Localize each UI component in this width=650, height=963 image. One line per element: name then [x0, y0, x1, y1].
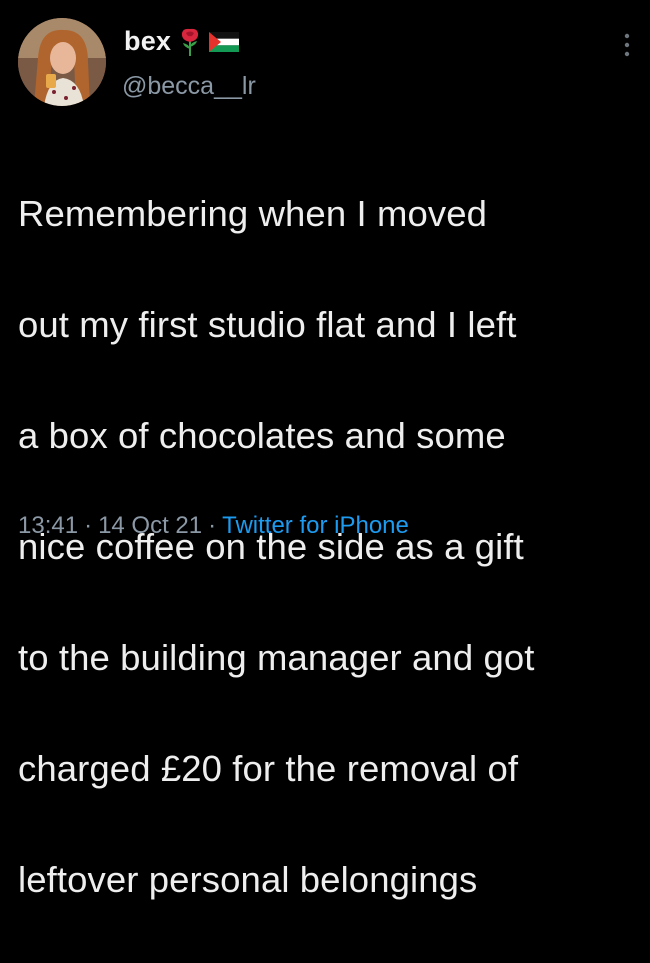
meta-separator: · — [208, 512, 217, 539]
meta-separator: · — [84, 512, 93, 539]
tweet-meta: 13:41 · 14 Oct 21 · Twitter for iPhone — [18, 512, 409, 540]
tweet-time[interactable]: 13:41 — [18, 512, 78, 540]
tweet-text-line: a box of chocolates and some — [18, 414, 506, 456]
avatar[interactable] — [18, 18, 106, 106]
tweet-text-line: to the building manager and got — [18, 636, 535, 678]
tweet-date[interactable]: 14 Oct 21 — [98, 512, 202, 540]
tweet-text-line: Remembering when I moved — [18, 192, 488, 234]
author-handle[interactable]: @becca__lr — [122, 72, 256, 101]
avatar-photo — [18, 18, 106, 106]
display-name[interactable]: bex — [124, 26, 171, 57]
palestine-flag-icon — [209, 31, 240, 52]
tweet: bex @becca__lr Remembering when I moved … — [0, 0, 650, 900]
tweet-text: Remembering when I moved out my first st… — [18, 130, 638, 963]
more-options-icon[interactable] — [622, 30, 632, 60]
author-name-row[interactable]: bex — [124, 26, 240, 57]
tweet-text-line: leftover personal belongings — [18, 858, 478, 900]
tweet-source-link[interactable]: Twitter for iPhone — [222, 512, 409, 540]
rose-icon — [182, 28, 199, 56]
tweet-text-line: out my first studio flat and I left — [18, 303, 517, 345]
tweet-text-line: charged £20 for the removal of — [18, 747, 519, 789]
